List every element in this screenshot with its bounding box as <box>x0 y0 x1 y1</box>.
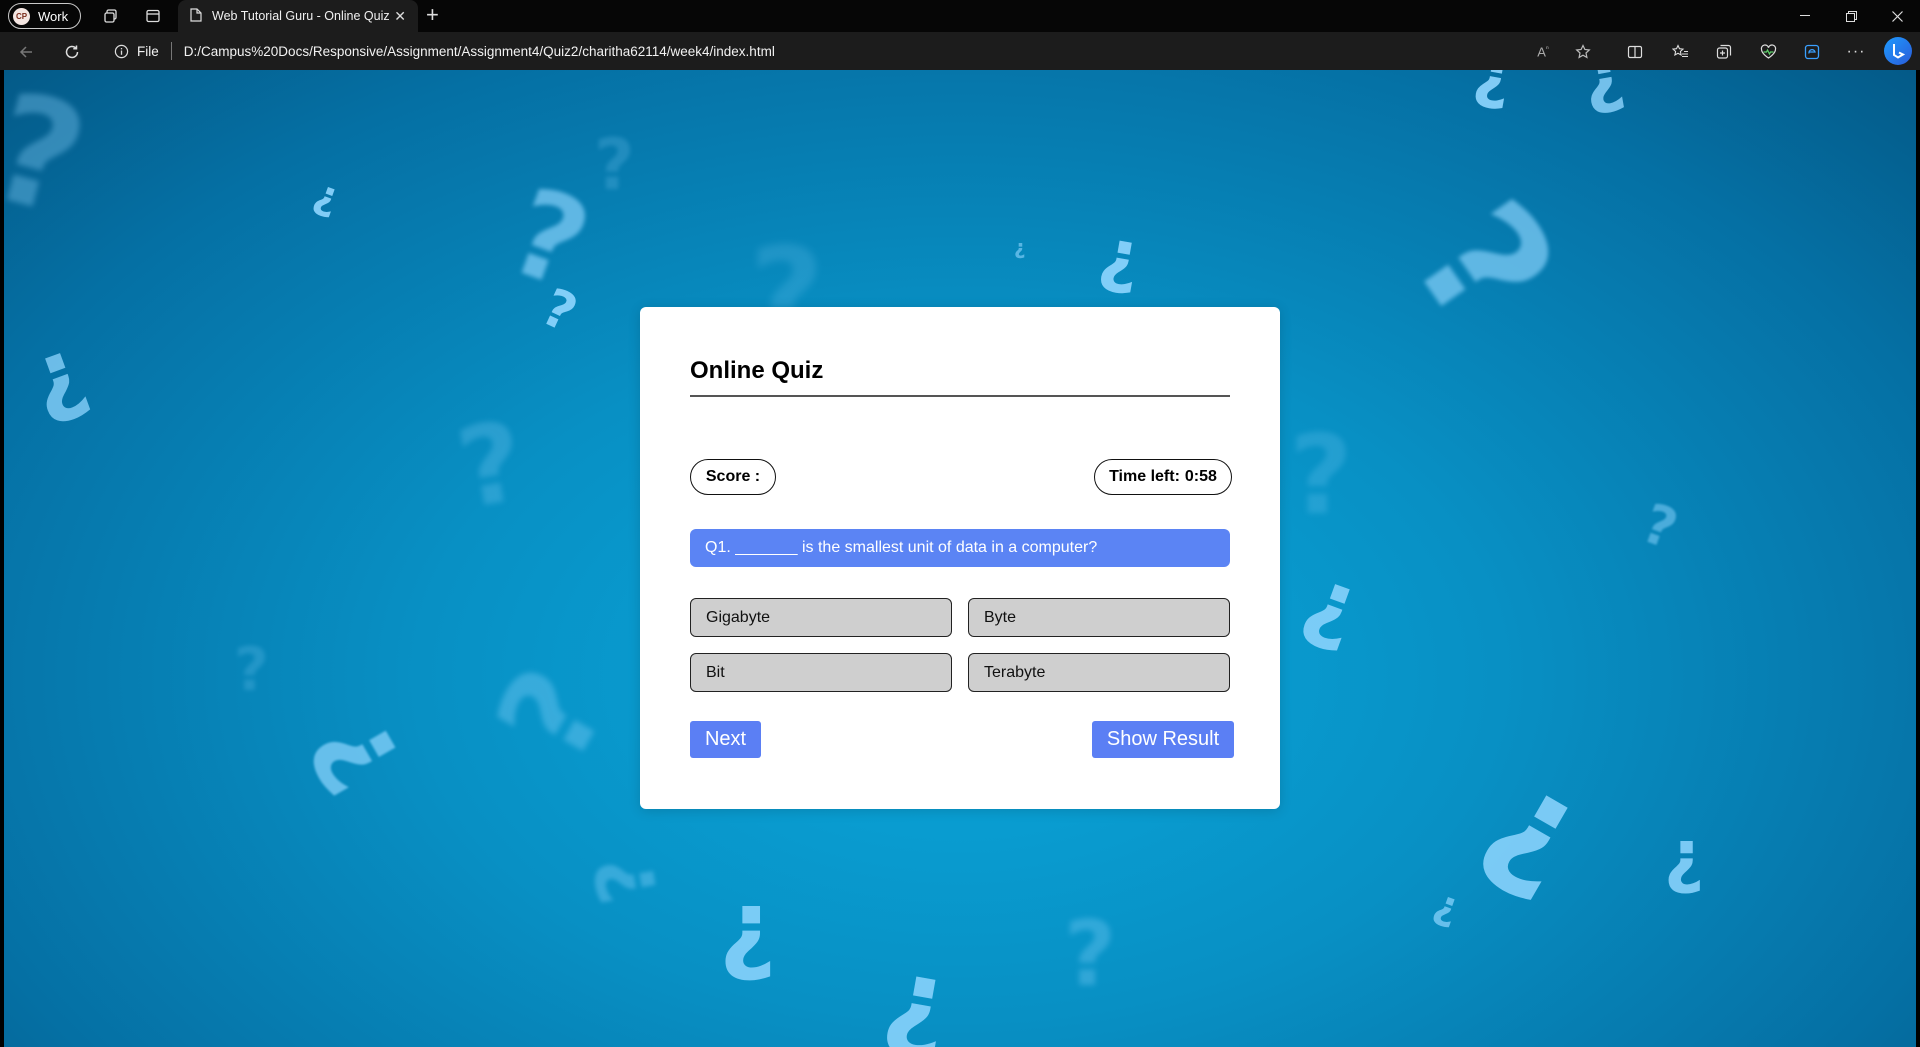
next-button[interactable]: Next <box>690 721 761 758</box>
time-label: Time left: <box>1109 468 1180 485</box>
option-button[interactable]: Byte <box>968 598 1230 637</box>
score-badge: Score : <box>690 459 776 495</box>
profile-button[interactable]: CP Work <box>8 3 82 29</box>
option-button[interactable]: Bit <box>690 653 952 692</box>
restore-icon[interactable] <box>1828 0 1874 32</box>
close-window-icon[interactable] <box>1874 0 1920 32</box>
refresh-icon[interactable] <box>60 40 84 64</box>
favorites-icon[interactable] <box>1669 41 1691 63</box>
copilot-icon[interactable] <box>1884 37 1912 65</box>
quiz-title: Online Quiz <box>690 357 824 384</box>
option-button[interactable]: Terabyte <box>968 653 1230 692</box>
tab-actions-icon[interactable] <box>143 6 163 26</box>
split-screen-icon[interactable] <box>1624 41 1646 63</box>
read-aloud-icon[interactable]: Aⁿ <box>1532 41 1554 63</box>
profile-avatar: CP <box>13 7 30 25</box>
show-result-button[interactable]: Show Result <box>1092 721 1234 758</box>
more-menu-icon[interactable]: ··· <box>1845 41 1867 63</box>
new-tab-icon[interactable]: + <box>426 4 439 26</box>
url-text[interactable]: D:/Campus%20Docs/Responsive/Assignment/A… <box>184 44 775 59</box>
page-viewport: ? ? ? ? ? ? ? ? ? ? ? ? ? ? ? ? ? ? ? ? … <box>4 70 1916 1047</box>
back-icon[interactable] <box>14 40 38 64</box>
quiz-card: Online Quiz Score : Time left: 0:58 Q1. _… <box>640 307 1280 809</box>
minimize-icon[interactable] <box>1782 0 1828 32</box>
close-tab-icon[interactable]: ✕ <box>394 8 406 25</box>
profile-label: Work <box>38 8 69 24</box>
score-label: Score : <box>705 468 761 485</box>
page-icon <box>190 7 202 25</box>
time-value: 0:58 <box>1184 468 1217 485</box>
url-separator <box>170 42 172 60</box>
url-scheme-label: File <box>137 43 159 59</box>
workspaces-icon[interactable] <box>101 6 121 26</box>
tab-online-quiz[interactable]: Web Tutorial Guru - Online Quiz ✕ <box>178 0 418 32</box>
edge-drop-icon[interactable] <box>1801 41 1823 63</box>
option-button[interactable]: Gigabyte <box>690 598 952 637</box>
question-text: Q1. _______ is the smallest unit of data… <box>690 529 1230 567</box>
timer-badge: Time left: 0:58 <box>1094 459 1232 495</box>
site-info-button[interactable]: File <box>114 44 159 59</box>
favorite-star-icon[interactable] <box>1572 41 1594 63</box>
browser-title-bar: CP Work Web Tutorial Guru - Online Quiz … <box>0 0 1920 32</box>
browser-essentials-icon[interactable] <box>1757 41 1779 63</box>
collections-icon[interactable] <box>1713 41 1735 63</box>
browser-toolbar: File D:/Campus%20Docs/Responsive/Assignm… <box>0 32 1920 70</box>
info-icon <box>114 44 129 58</box>
tab-title: Web Tutorial Guru - Online Quiz <box>212 9 390 23</box>
title-divider <box>690 395 1230 397</box>
address-bar[interactable]: File D:/Campus%20Docs/Responsive/Assignm… <box>104 36 1574 66</box>
